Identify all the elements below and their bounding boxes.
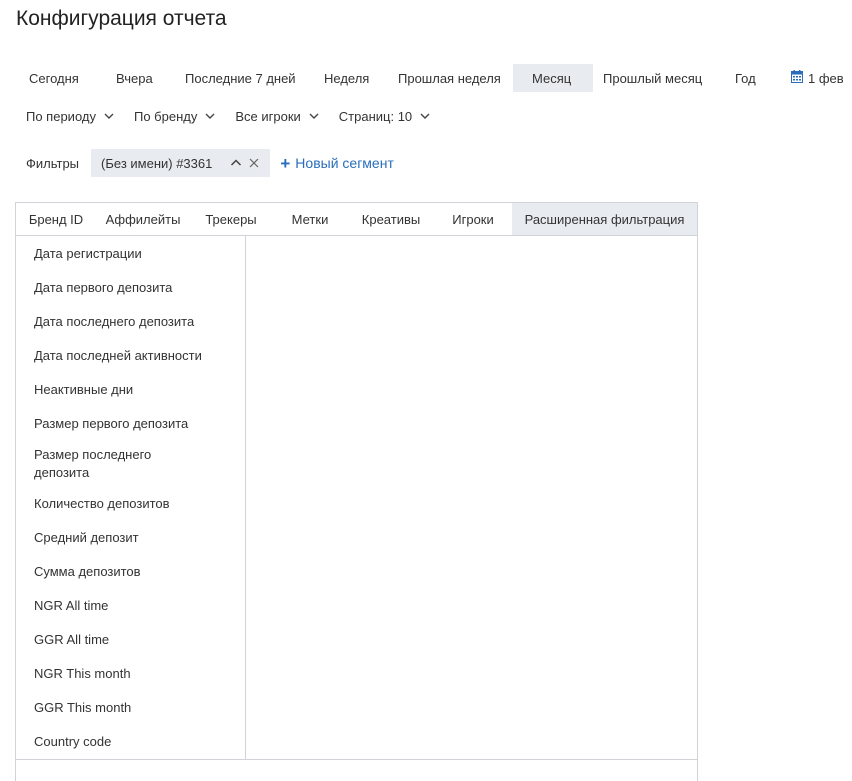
page-title: Конфигурация отчета <box>16 7 227 30</box>
period-tab-week[interactable]: Неделя <box>318 64 392 92</box>
dropdown-label: По периоду <box>26 108 96 124</box>
list-item[interactable]: Дата первого депозита <box>34 279 224 297</box>
filter-tabs: Бренд ID Аффилейты Трекеры Метки Креатив… <box>16 203 697 236</box>
filter-tab-affiliates[interactable]: Аффилейты <box>96 203 190 235</box>
list-item[interactable]: Неактивные дни <box>34 381 224 399</box>
new-segment-label: Новый сегмент <box>295 155 394 171</box>
list-item[interactable]: Дата последнего депозита <box>34 313 224 331</box>
list-item[interactable]: Country code <box>34 733 224 751</box>
period-tab-today[interactable]: Сегодня <box>12 64 98 92</box>
list-item[interactable]: Сумма депозитов <box>34 563 224 581</box>
list-item[interactable]: GGR This month <box>34 699 224 717</box>
list-item[interactable]: Размер последнего депозита <box>34 446 184 482</box>
period-tab-date-picker[interactable]: 1 фев <box>790 64 852 92</box>
segment-name: (Без имени) #3361 <box>101 155 213 171</box>
chevron-down-icon <box>309 113 319 119</box>
filter-panel: Бренд ID Аффилейты Трекеры Метки Креатив… <box>15 202 698 781</box>
list-item[interactable]: Количество депозитов <box>34 495 224 513</box>
advanced-filter-list: Дата регистрации Дата первого депозита Д… <box>16 236 246 759</box>
report-options: По периоду По бренду Все игроки Страниц:… <box>26 106 450 126</box>
list-item[interactable]: Дата последней активности <box>34 347 224 365</box>
chevron-down-icon <box>205 113 215 119</box>
list-item[interactable]: Дата регистрации <box>34 245 224 263</box>
group-by-brand-dropdown[interactable]: По бренду <box>134 109 215 124</box>
chevron-up-icon[interactable] <box>230 157 242 169</box>
chevron-down-icon <box>104 113 114 119</box>
new-segment-button[interactable]: + Новый сегмент <box>280 155 394 172</box>
filters-label: Фильтры <box>26 155 80 171</box>
filters-row: Фильтры (Без имени) #3361 + Новый сегмен… <box>26 149 394 177</box>
dropdown-label: Страниц: 10 <box>338 108 413 124</box>
list-item[interactable]: NGR All time <box>34 597 224 615</box>
period-tab-last-week[interactable]: Прошлая неделя <box>392 64 513 92</box>
group-by-period-dropdown[interactable]: По периоду <box>26 109 114 124</box>
dropdown-label: По бренду <box>133 108 198 124</box>
panel-divider <box>16 759 697 760</box>
close-icon[interactable] <box>248 157 260 169</box>
segment-chip[interactable]: (Без имени) #3361 <box>91 149 271 177</box>
date-picker-label: 1 фев <box>808 70 844 86</box>
list-item[interactable]: Средний депозит <box>34 529 224 547</box>
period-tabs: Сегодня Вчера Последние 7 дней Неделя Пр… <box>12 64 852 92</box>
players-dropdown[interactable]: Все игроки <box>235 108 319 124</box>
filter-tab-tags[interactable]: Метки <box>272 203 348 235</box>
calendar-icon <box>791 70 803 86</box>
period-tab-month[interactable]: Месяц <box>513 64 593 92</box>
filter-tab-advanced[interactable]: Расширенная фильтрация <box>512 203 697 235</box>
period-tab-yesterday[interactable]: Вчера <box>98 64 179 92</box>
dropdown-label: Все игроки <box>235 108 301 124</box>
filter-tab-players[interactable]: Игроки <box>434 203 512 235</box>
list-item[interactable]: GGR All time <box>34 631 224 649</box>
period-tab-last-month[interactable]: Прошлый месяц <box>593 64 730 92</box>
plus-icon: + <box>280 153 291 173</box>
period-tab-last-7-days[interactable]: Последние 7 дней <box>179 64 318 92</box>
filter-tab-brand-id[interactable]: Бренд ID <box>16 203 96 235</box>
filter-tab-trackers[interactable]: Трекеры <box>190 203 272 235</box>
chevron-down-icon <box>420 113 430 119</box>
list-item[interactable]: Размер первого депозита <box>34 415 224 433</box>
page-size-dropdown[interactable]: Страниц: 10 <box>339 109 430 124</box>
filter-tab-creatives[interactable]: Креативы <box>348 203 434 235</box>
period-tab-year[interactable]: Год <box>730 64 790 92</box>
list-item[interactable]: NGR This month <box>34 665 224 683</box>
